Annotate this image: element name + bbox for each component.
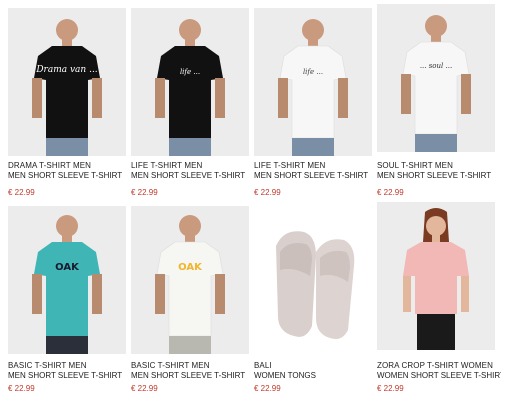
- product-price: € 22.99: [8, 384, 35, 393]
- product-subtitle: MEN SHORT SLEEVE T-SHIRT: [254, 171, 369, 180]
- product-price: € 22.99: [377, 384, 404, 393]
- product-subtitle: WOMEN TONGS: [254, 371, 316, 380]
- product-name[interactable]: BASIC T-SHIRT MEN: [131, 361, 255, 371]
- product-subtitle: MEN SHORT SLEEVE T-SHIRT: [131, 371, 246, 380]
- shirt-print: life ...: [180, 68, 200, 76]
- shirt-print: OAK: [178, 262, 203, 273]
- product-name[interactable]: LIFE T-SHIRT MEN: [131, 161, 255, 171]
- shirt-print: OAK: [55, 262, 80, 273]
- product-name[interactable]: BALI: [254, 361, 378, 371]
- product-subtitle: WOMEN SHORT SLEEVE T-SHIRT: [377, 371, 501, 380]
- product-price: € 22.99: [131, 384, 158, 393]
- product-image[interactable]: OAK: [131, 206, 249, 354]
- product-price: € 22.99: [254, 384, 281, 393]
- product-name[interactable]: DRAMA T-SHIRT MEN: [8, 161, 132, 171]
- shirt-print: ... soul ...: [420, 62, 452, 70]
- shirt-print: Drama van ...: [35, 65, 97, 75]
- product-image[interactable]: life ...: [254, 8, 372, 156]
- product-grid: Drama van ... DRAMA T-SHIRT MEN MEN SHOR…: [0, 0, 507, 400]
- product-subtitle: MEN SHORT SLEEVE T-SHIRT: [8, 371, 123, 380]
- product-image[interactable]: life ...: [131, 8, 249, 156]
- shirt-print: life ...: [303, 68, 323, 76]
- product-price: € 22.99: [131, 188, 158, 197]
- product-price: € 22.99: [8, 188, 35, 197]
- product-image[interactable]: Drama van ...: [8, 8, 126, 156]
- product-name[interactable]: LIFE T-SHIRT MEN: [254, 161, 378, 171]
- product-subtitle: MEN SHORT SLEEVE T-SHIRT: [377, 171, 492, 180]
- product-name[interactable]: ZORA CROP T-SHIRT WOMEN: [377, 361, 501, 371]
- product-subtitle: MEN SHORT SLEEVE T-SHIRT: [8, 171, 123, 180]
- product-name[interactable]: SOUL T-SHIRT MEN: [377, 161, 501, 171]
- product-price: € 22.99: [377, 188, 404, 197]
- product-image[interactable]: ... soul ...: [377, 4, 495, 152]
- product-name[interactable]: BASIC T-SHIRT MEN: [8, 361, 132, 371]
- product-image[interactable]: [254, 206, 372, 354]
- product-subtitle: MEN SHORT SLEEVE T-SHIRT: [131, 171, 246, 180]
- product-image[interactable]: OAK: [8, 206, 126, 354]
- product-image[interactable]: [377, 202, 495, 350]
- product-price: € 22.99: [254, 188, 281, 197]
